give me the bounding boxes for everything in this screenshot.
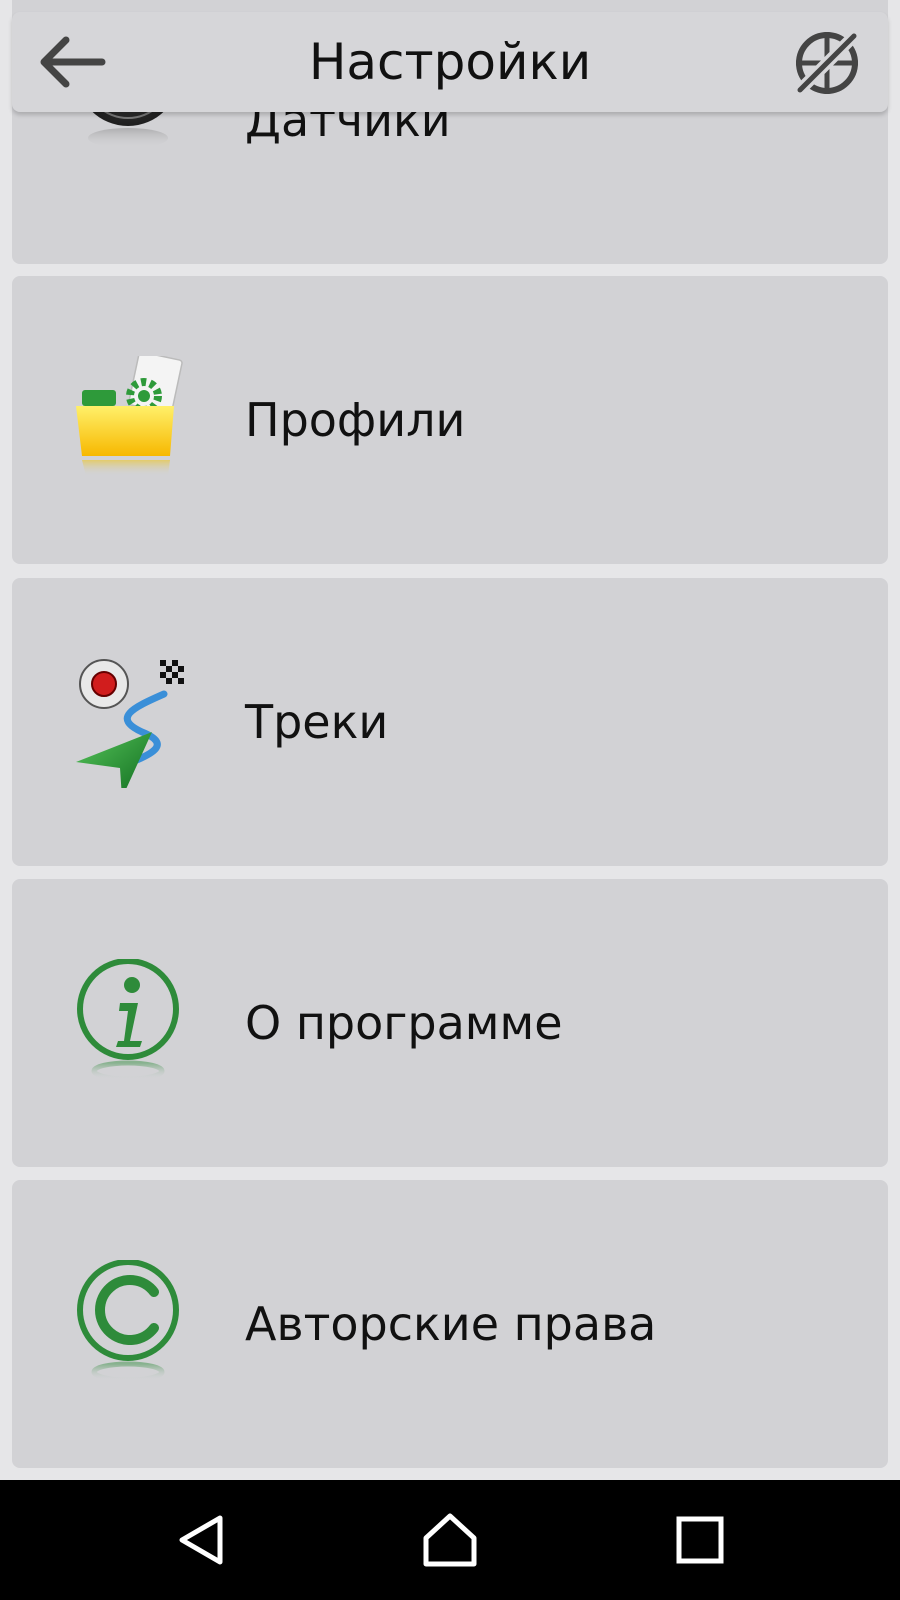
settings-list: Датчики Профили Треки О программе Авторс…: [0, 0, 900, 1480]
settings-item-label: Авторские права: [245, 1297, 657, 1351]
info-icon: [72, 959, 188, 1089]
nav-recents-icon[interactable]: [670, 1510, 730, 1570]
page-title: Настройки: [308, 33, 592, 91]
profile-folder-icon: [72, 356, 188, 486]
settings-item-profiles[interactable]: Профили: [12, 276, 888, 564]
settings-item-about[interactable]: О программе: [12, 879, 888, 1167]
settings-item-label: О программе: [245, 996, 563, 1050]
system-navigation-bar: [0, 1480, 900, 1600]
settings-item-label: Треки: [245, 695, 389, 749]
copyright-icon: [72, 1260, 188, 1390]
settings-item-copyright[interactable]: Авторские права: [12, 1180, 888, 1468]
tracks-icon: [72, 658, 188, 788]
gps-off-icon[interactable]: [792, 28, 862, 98]
top-app-bar: Настройки: [12, 12, 888, 112]
nav-home-icon[interactable]: [420, 1510, 480, 1570]
settings-item-label: Профили: [245, 393, 466, 447]
settings-item-tracks[interactable]: Треки: [12, 578, 888, 866]
nav-back-icon[interactable]: [172, 1510, 232, 1570]
